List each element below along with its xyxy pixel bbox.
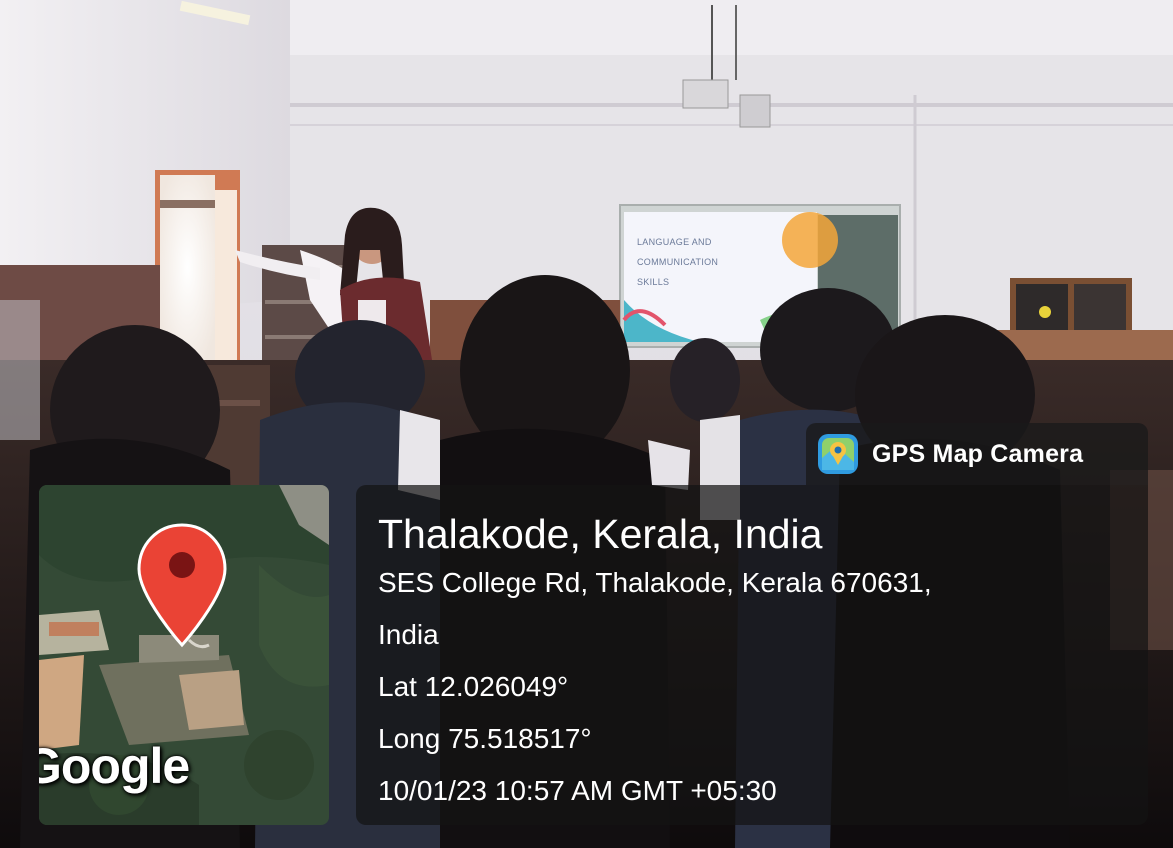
gps-app-badge: GPS Map Camera <box>806 423 1148 485</box>
map-thumbnail: Google <box>39 485 329 825</box>
gps-map-camera-icon <box>818 434 858 474</box>
slide-title-line2: COMMUNICATION <box>637 257 719 267</box>
google-attribution: Google <box>39 738 190 794</box>
longitude: Long 75.518517° <box>378 723 592 754</box>
location-title: Thalakode, Kerala, India <box>378 511 823 557</box>
gps-app-name: GPS Map Camera <box>872 439 1084 468</box>
datetime: 10/01/23 10:57 AM GMT +05:30 <box>378 775 777 806</box>
slide-title-line3: SKILLS <box>637 277 670 287</box>
latitude: Lat 12.026049° <box>378 671 569 702</box>
address-line-2: India <box>378 619 439 650</box>
address-line-1: SES College Rd, Thalakode, Kerala 670631… <box>378 567 932 598</box>
slide-title-line1: LANGUAGE AND <box>637 237 712 247</box>
location-info-panel: Thalakode, Kerala, India SES College Rd,… <box>356 485 1148 825</box>
